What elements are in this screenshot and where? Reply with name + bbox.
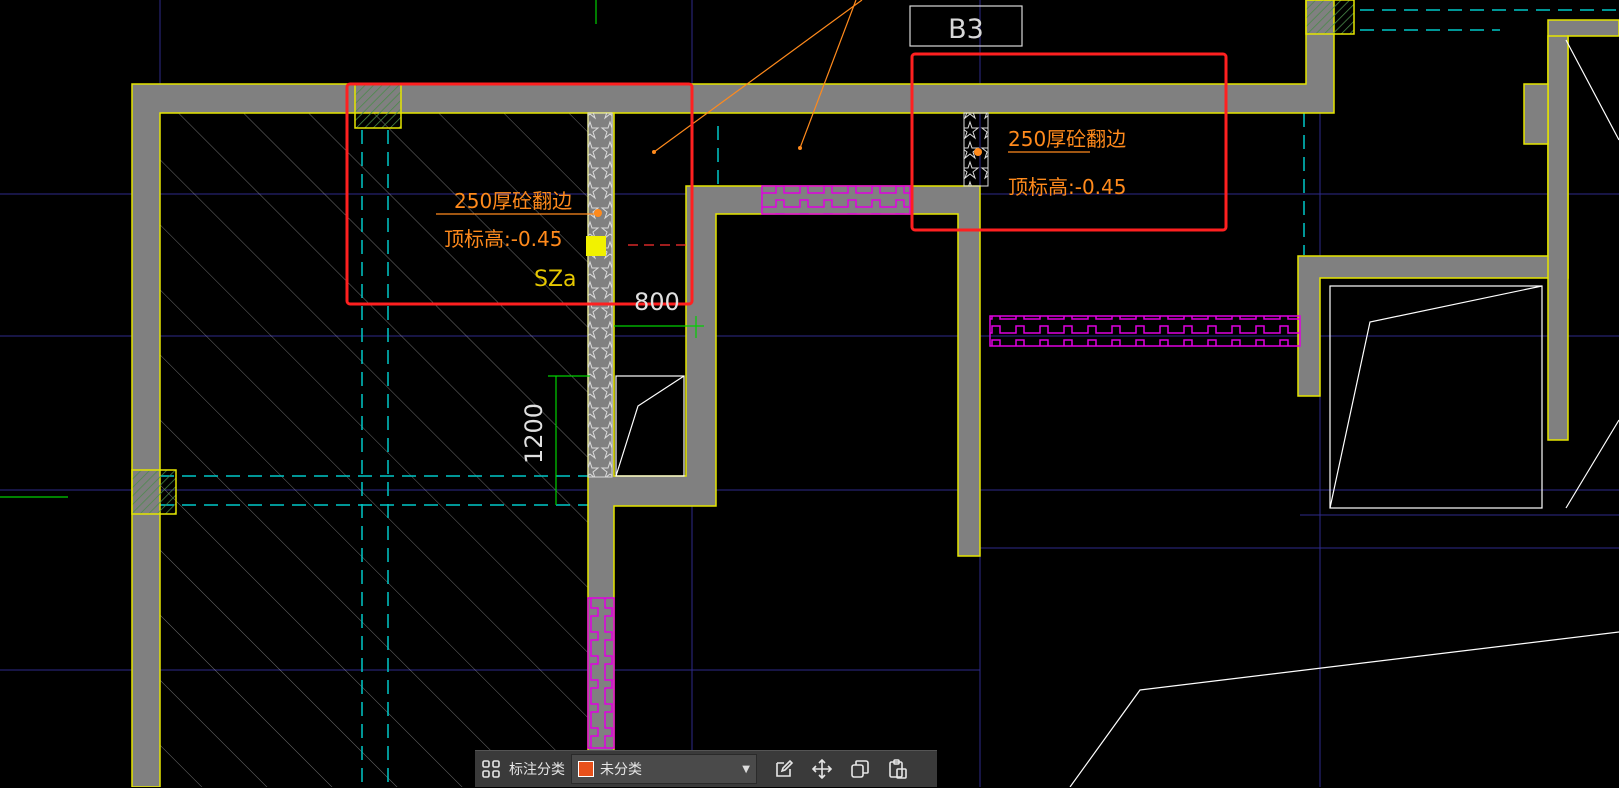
annotation-toolbar: 标注分类 未分类 ▼	[475, 750, 937, 787]
copy-button[interactable]	[841, 751, 879, 788]
move-button[interactable]	[803, 751, 841, 788]
cad-drawing-canvas[interactable]: B3 250厚砼翻边 顶标高:-0.45 250厚砼翻边 顶标高:-0.45 S…	[0, 0, 1619, 787]
elevation-note-left: 顶标高:-0.45	[444, 227, 563, 251]
grid-icon[interactable]	[475, 751, 507, 788]
column-tag-label: SZa	[534, 267, 577, 292]
edge-note-left: 250厚砼翻边	[454, 189, 572, 213]
column-tag-marker	[586, 236, 606, 256]
edit-icon	[776, 759, 794, 777]
category-select[interactable]: 未分类 ▼	[571, 754, 757, 784]
dimension-horizontal: 800	[634, 288, 680, 316]
category-value: 未分类	[600, 762, 642, 778]
edit-button[interactable]	[765, 751, 803, 788]
paste-button[interactable]	[879, 751, 917, 788]
elevation-note-right: 顶标高:-0.45	[1008, 175, 1127, 199]
edge-note-right: 250厚砼翻边	[1008, 127, 1126, 151]
category-color-swatch	[578, 761, 594, 777]
move-icon	[811, 758, 833, 780]
dimension-vertical: 1200	[520, 403, 548, 464]
copy-icon	[851, 760, 869, 778]
category-label: 标注分类	[509, 762, 565, 778]
chevron-down-icon: ▼	[742, 763, 750, 775]
paste-icon	[889, 759, 907, 779]
room-label: B3	[948, 14, 984, 45]
opening-outlines	[615, 39, 1619, 787]
